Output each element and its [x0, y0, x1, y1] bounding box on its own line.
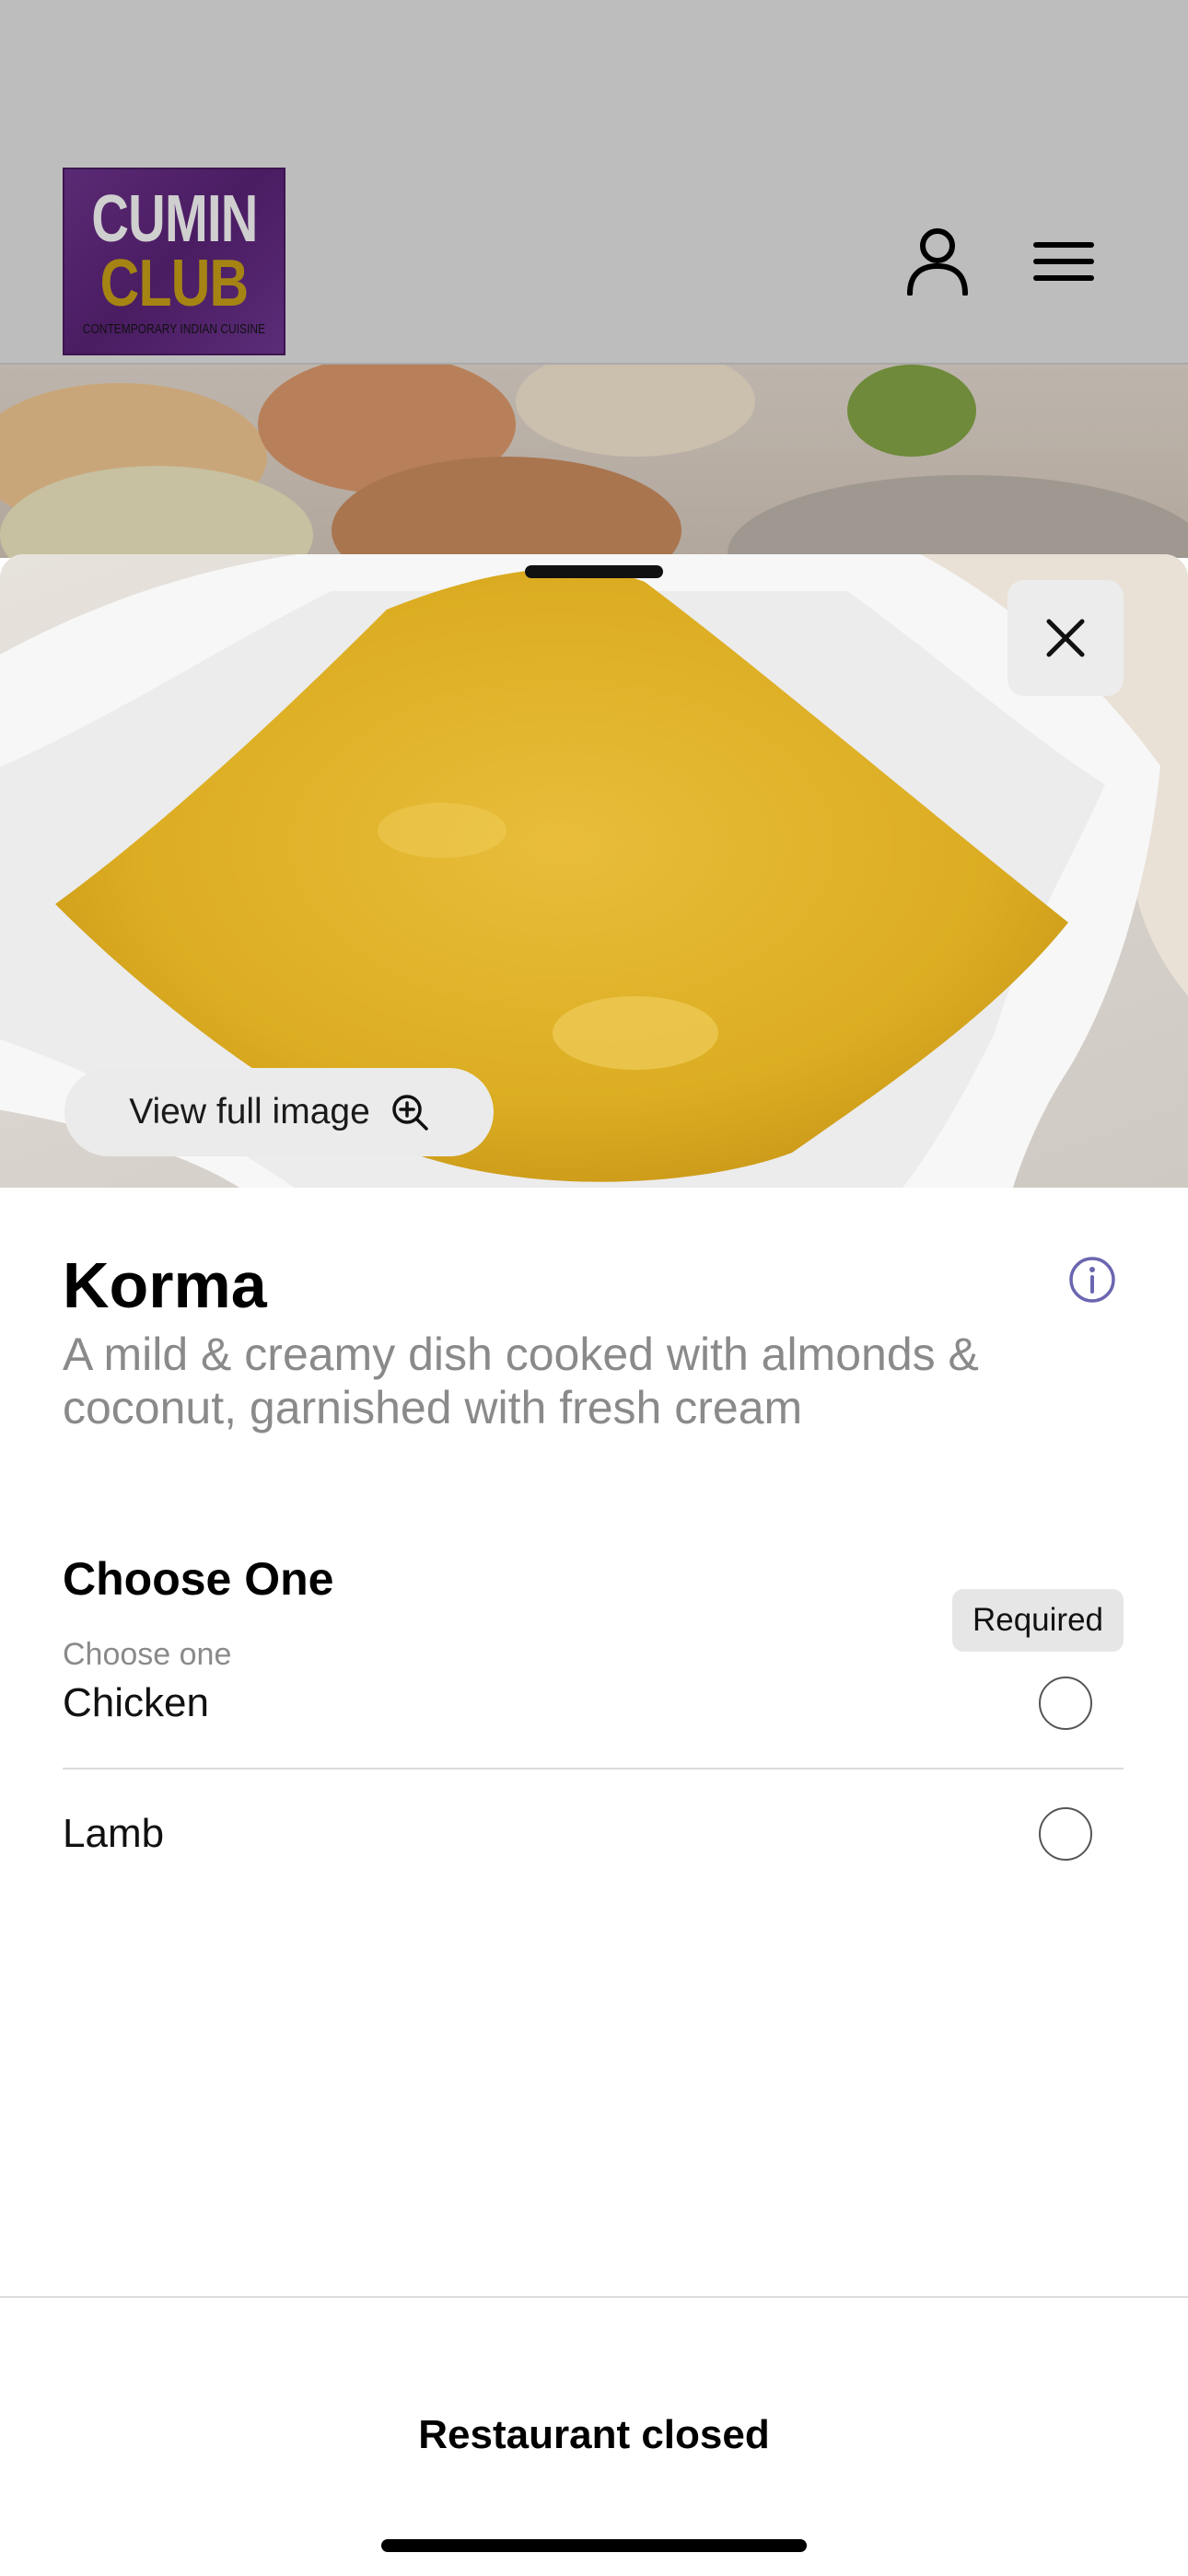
zoom-in-icon — [392, 1095, 428, 1131]
menu-button[interactable] — [1027, 225, 1101, 298]
logo-line1: CUMIN — [90, 181, 258, 256]
close-button[interactable] — [1007, 580, 1124, 696]
view-full-image-label: View full image — [129, 1092, 370, 1131]
option-lamb[interactable]: Lamb — [63, 1770, 1124, 1898]
item-title: Korma — [63, 1249, 267, 1321]
option-group-title: Choose One — [63, 1553, 334, 1605]
option-label: Lamb — [63, 1811, 165, 1856]
restaurant-logo[interactable]: CUMIN CLUB CONTEMPORARY INDIAN CUISINE — [63, 168, 285, 355]
option-label: Chicken — [63, 1680, 209, 1725]
option-chicken[interactable]: Chicken — [63, 1639, 1124, 1768]
view-full-image-button[interactable]: View full image — [64, 1068, 494, 1156]
close-icon — [1046, 619, 1085, 657]
dish-photo: View full image — [0, 554, 1188, 1188]
sheet-grabber[interactable] — [525, 565, 663, 578]
info-icon[interactable] — [1068, 1256, 1116, 1304]
item-detail-sheet: View full image Korma A mild & creamy di… — [0, 554, 1188, 2574]
hamburger-menu-icon — [1033, 242, 1094, 281]
footer-bar: Restaurant closed — [0, 2296, 1188, 2576]
radio-button[interactable] — [1039, 1807, 1092, 1861]
account-button[interactable] — [901, 225, 974, 298]
hero-food-image — [0, 365, 1188, 558]
radio-button[interactable] — [1039, 1677, 1092, 1730]
logo-line2: CLUB — [99, 246, 250, 320]
home-indicator[interactable] — [381, 2539, 807, 2552]
restaurant-status: Restaurant closed — [418, 2412, 770, 2457]
site-header: CUMIN CLUB CONTEMPORARY INDIAN CUISINE — [0, 0, 1188, 365]
logo-tagline: CONTEMPORARY INDIAN CUISINE — [82, 320, 266, 337]
person-icon — [907, 228, 968, 296]
item-description: A mild & creamy dish cooked with almonds… — [63, 1329, 979, 1433]
